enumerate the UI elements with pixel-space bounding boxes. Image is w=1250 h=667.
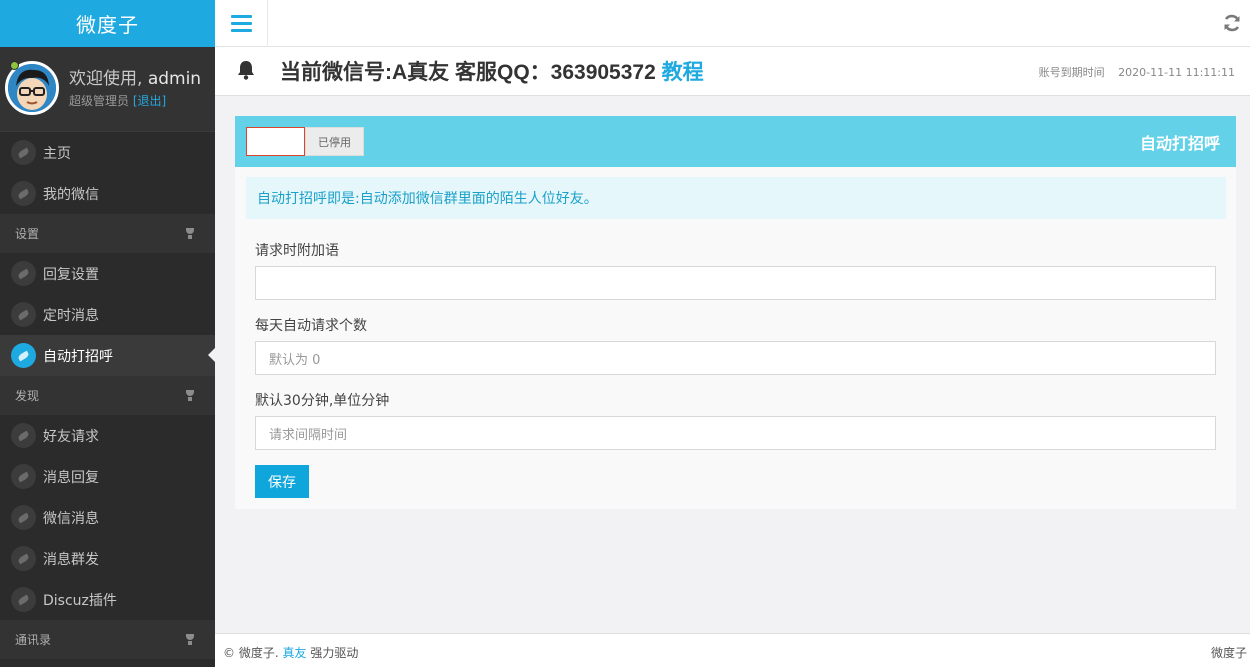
daily-count-input[interactable]: 默认为 0 — [255, 341, 1216, 375]
user-role: 超级管理员 — [69, 94, 130, 108]
info-alert: 自动打招呼即是:自动添加微信群里面的陌生人位好友。 — [246, 177, 1226, 219]
sidebar-item-wechat-messages[interactable]: 微信消息 — [0, 497, 215, 538]
daily-count-label: 每天自动请求个数 — [255, 318, 367, 334]
leaf-icon — [11, 505, 36, 530]
sidebar-item-discuz-plugin[interactable]: Discuz插件 — [0, 579, 215, 620]
trophy-icon — [185, 633, 195, 646]
leaf-icon — [11, 261, 36, 286]
sidebar-item-label: 我的微信 — [43, 186, 99, 203]
expiry-label: 账号到期时间 — [1038, 66, 1105, 79]
trophy-icon — [185, 227, 195, 240]
leaf-icon — [11, 140, 36, 165]
top-bar — [215, 0, 1250, 47]
auto-greet-panel: 已停用 自动打招呼 自动打招呼即是:自动添加微信群里面的陌生人位好友。 请求时附… — [235, 116, 1236, 509]
toggle-status-label[interactable]: 已停用 — [305, 127, 364, 156]
role-line: 超级管理员 [退出] — [69, 92, 166, 109]
brand-logo[interactable]: 微度子 — [0, 0, 215, 47]
welcome-prefix: 欢迎使用, — [69, 69, 143, 89]
sidebar-item-scheduled-messages[interactable]: 定时消息 — [0, 294, 215, 335]
trophy-icon — [185, 389, 195, 402]
page-title: 当前微信号:A真友 客服QQ：363905372 教程 — [280, 56, 704, 86]
sidebar-section-discover[interactable]: 发现 — [0, 376, 215, 415]
sidebar: 微度子 欢迎使用, admin 超级管理员 [退出] 主页 我的微信 设置 回复… — [0, 0, 215, 667]
sidebar-item-message-reply[interactable]: 消息回复 — [0, 456, 215, 497]
enable-toggle[interactable] — [246, 127, 305, 156]
sidebar-item-label: 定时消息 — [43, 307, 99, 324]
logout-link[interactable]: [退出] — [133, 94, 166, 108]
sidebar-item-label: 好友请求 — [43, 428, 99, 445]
interval-label: 默认30分钟,单位分钟 — [255, 393, 390, 409]
online-status-icon — [10, 61, 19, 70]
bell-icon — [238, 61, 254, 80]
sidebar-item-label: 微信消息 — [43, 510, 99, 527]
copyright-text: © 微度子. — [223, 646, 279, 660]
footer-copyright: © 微度子. 真友 强力驱动 — [223, 644, 358, 661]
sidebar-item-label: 主页 — [43, 145, 71, 162]
page-title-text: 当前微信号:A真友 客服QQ：363905372 — [280, 61, 656, 84]
sidebar-item-home[interactable]: 主页 — [0, 132, 215, 173]
username: admin — [147, 69, 202, 89]
footer: © 微度子. 真友 强力驱动 微度子 — [215, 633, 1250, 667]
section-label: 发现 — [15, 389, 40, 403]
powered-text: 强力驱动 — [310, 646, 359, 660]
footer-right-text: 微度子 — [1210, 646, 1247, 660]
panel-title: 自动打招呼 — [1139, 134, 1220, 153]
sidebar-item-label: Discuz插件 — [43, 592, 117, 609]
leaf-icon — [11, 302, 36, 327]
sidebar-item-label: 自动打招呼 — [43, 348, 113, 365]
leaf-icon — [11, 423, 36, 448]
panel-header: 已停用 自动打招呼 — [235, 116, 1236, 167]
refresh-icon[interactable] — [1222, 13, 1242, 33]
welcome-text: 欢迎使用, admin — [69, 64, 201, 89]
page-header: 当前微信号:A真友 客服QQ：363905372 教程 账号到期时间 2020-… — [215, 47, 1250, 96]
sidebar-item-label: 消息回复 — [43, 469, 99, 486]
section-label: 设置 — [15, 227, 40, 241]
leaf-icon — [11, 181, 36, 206]
leaf-icon — [11, 343, 36, 368]
save-button[interactable]: 保存 — [255, 465, 309, 498]
leaf-icon — [11, 587, 36, 612]
footer-brand-link[interactable]: 真友 — [282, 646, 306, 660]
greeting-input[interactable] — [255, 266, 1216, 300]
expiry-info: 账号到期时间 2020-11-11 11:11:11 — [1039, 64, 1235, 80]
greeting-label: 请求时附加语 — [255, 243, 339, 259]
expiry-value: 2020-11-11 11:11:11 — [1118, 66, 1235, 79]
leaf-icon — [11, 546, 36, 571]
sidebar-section-contacts[interactable]: 通讯录 — [0, 620, 215, 659]
sidebar-item-label: 回复设置 — [43, 266, 99, 283]
sidebar-item-friend-requests[interactable]: 好友请求 — [0, 415, 215, 456]
sidebar-item-reply-settings[interactable]: 回复设置 — [0, 253, 215, 294]
sidebar-section-settings[interactable]: 设置 — [0, 214, 215, 253]
interval-input[interactable]: 请求间隔时间 — [255, 416, 1216, 450]
tutorial-link[interactable]: 教程 — [662, 61, 704, 84]
section-label: 通讯录 — [15, 633, 52, 647]
hamburger-icon[interactable] — [215, 0, 268, 47]
sidebar-item-my-wechat[interactable]: 我的微信 — [0, 173, 215, 214]
user-panel: 欢迎使用, admin 超级管理员 [退出] — [0, 47, 215, 132]
sidebar-item-label: 消息群发 — [43, 551, 99, 568]
sidebar-item-mass-message[interactable]: 消息群发 — [0, 538, 215, 579]
leaf-icon — [11, 464, 36, 489]
sidebar-item-auto-greet[interactable]: 自动打招呼 — [0, 335, 215, 376]
